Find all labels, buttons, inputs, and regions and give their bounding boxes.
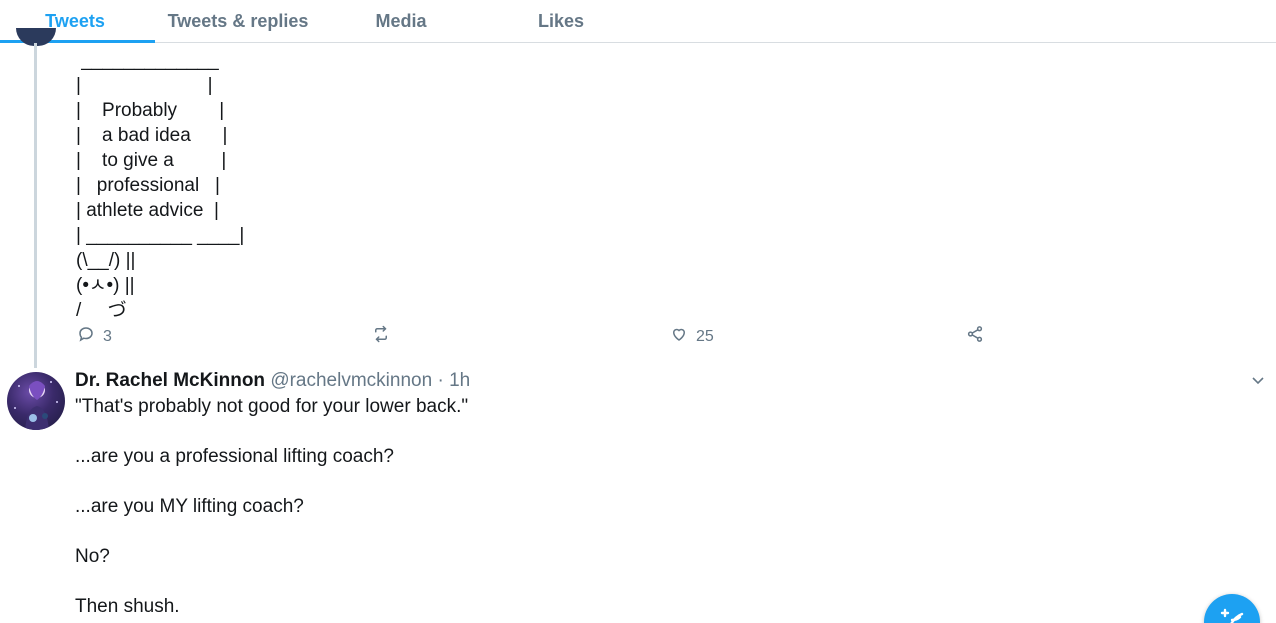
author-name[interactable]: Dr. Rachel McKinnon bbox=[75, 370, 265, 391]
chevron-down-icon[interactable] bbox=[1250, 372, 1266, 388]
tab-media[interactable]: Media bbox=[326, 0, 476, 42]
ascii-line: | a bad idea | bbox=[76, 125, 228, 146]
retweet-button[interactable] bbox=[372, 325, 398, 348]
ascii-line: | | bbox=[76, 75, 213, 96]
thread-connector bbox=[34, 43, 37, 368]
retweet-icon bbox=[372, 325, 390, 348]
tweet-paragraph: ...are you a professional lifting coach? bbox=[75, 446, 394, 467]
tweet-paragraph: "That's probably not good for your lower… bbox=[75, 396, 469, 417]
ascii-line: | athlete advice | bbox=[76, 200, 219, 221]
ascii-line: | __________ ____| bbox=[76, 225, 245, 246]
tab-tweets-replies[interactable]: Tweets & replies bbox=[150, 0, 326, 42]
share-icon bbox=[966, 325, 984, 348]
reply-icon bbox=[77, 325, 95, 348]
like-button[interactable]: 25 bbox=[670, 325, 714, 348]
compose-tweet-button[interactable] bbox=[1204, 594, 1260, 623]
ascii-line: | to give a | bbox=[76, 150, 227, 171]
separator-dot: · bbox=[437, 370, 444, 391]
like-icon bbox=[670, 325, 688, 348]
ascii-line: (\__/) || bbox=[76, 250, 136, 271]
tab-likes[interactable]: Likes bbox=[486, 0, 636, 42]
profile-tabs: Tweets Tweets & replies Media Likes bbox=[0, 0, 1276, 43]
ascii-line: | professional | bbox=[76, 175, 220, 196]
ascii-line: / づ bbox=[76, 300, 127, 321]
tweet-paragraph: ...are you MY lifting coach? bbox=[75, 496, 304, 517]
tweet-text: _____________ | | | Probably | | a bad i… bbox=[76, 48, 244, 323]
profile-timeline: Tweets Tweets & replies Media Likes ____… bbox=[0, 0, 1276, 623]
tweet-paragraph: No? bbox=[75, 546, 110, 567]
ascii-line: | Probably | bbox=[76, 100, 225, 121]
ascii-line: _____________ bbox=[76, 50, 219, 71]
tweet-paragraph: Then shush. bbox=[75, 596, 180, 617]
tweet-header: Dr. Rachel McKinnon @rachelvmckinnon · 1… bbox=[75, 369, 470, 393]
like-count: 25 bbox=[696, 327, 714, 345]
reply-count: 3 bbox=[103, 327, 112, 345]
author-handle[interactable]: @rachelvmckinnon bbox=[270, 370, 432, 391]
share-button[interactable] bbox=[966, 325, 984, 348]
tweet-timestamp[interactable]: 1h bbox=[449, 370, 470, 391]
reply-button[interactable]: 3 bbox=[77, 325, 112, 348]
tweet-actions: 3 25 bbox=[0, 325, 1276, 349]
tweet-text: "That's probably not good for your lower… bbox=[75, 394, 1175, 623]
avatar[interactable] bbox=[7, 372, 65, 430]
ascii-line: (•ㅅ•) || bbox=[76, 275, 135, 296]
